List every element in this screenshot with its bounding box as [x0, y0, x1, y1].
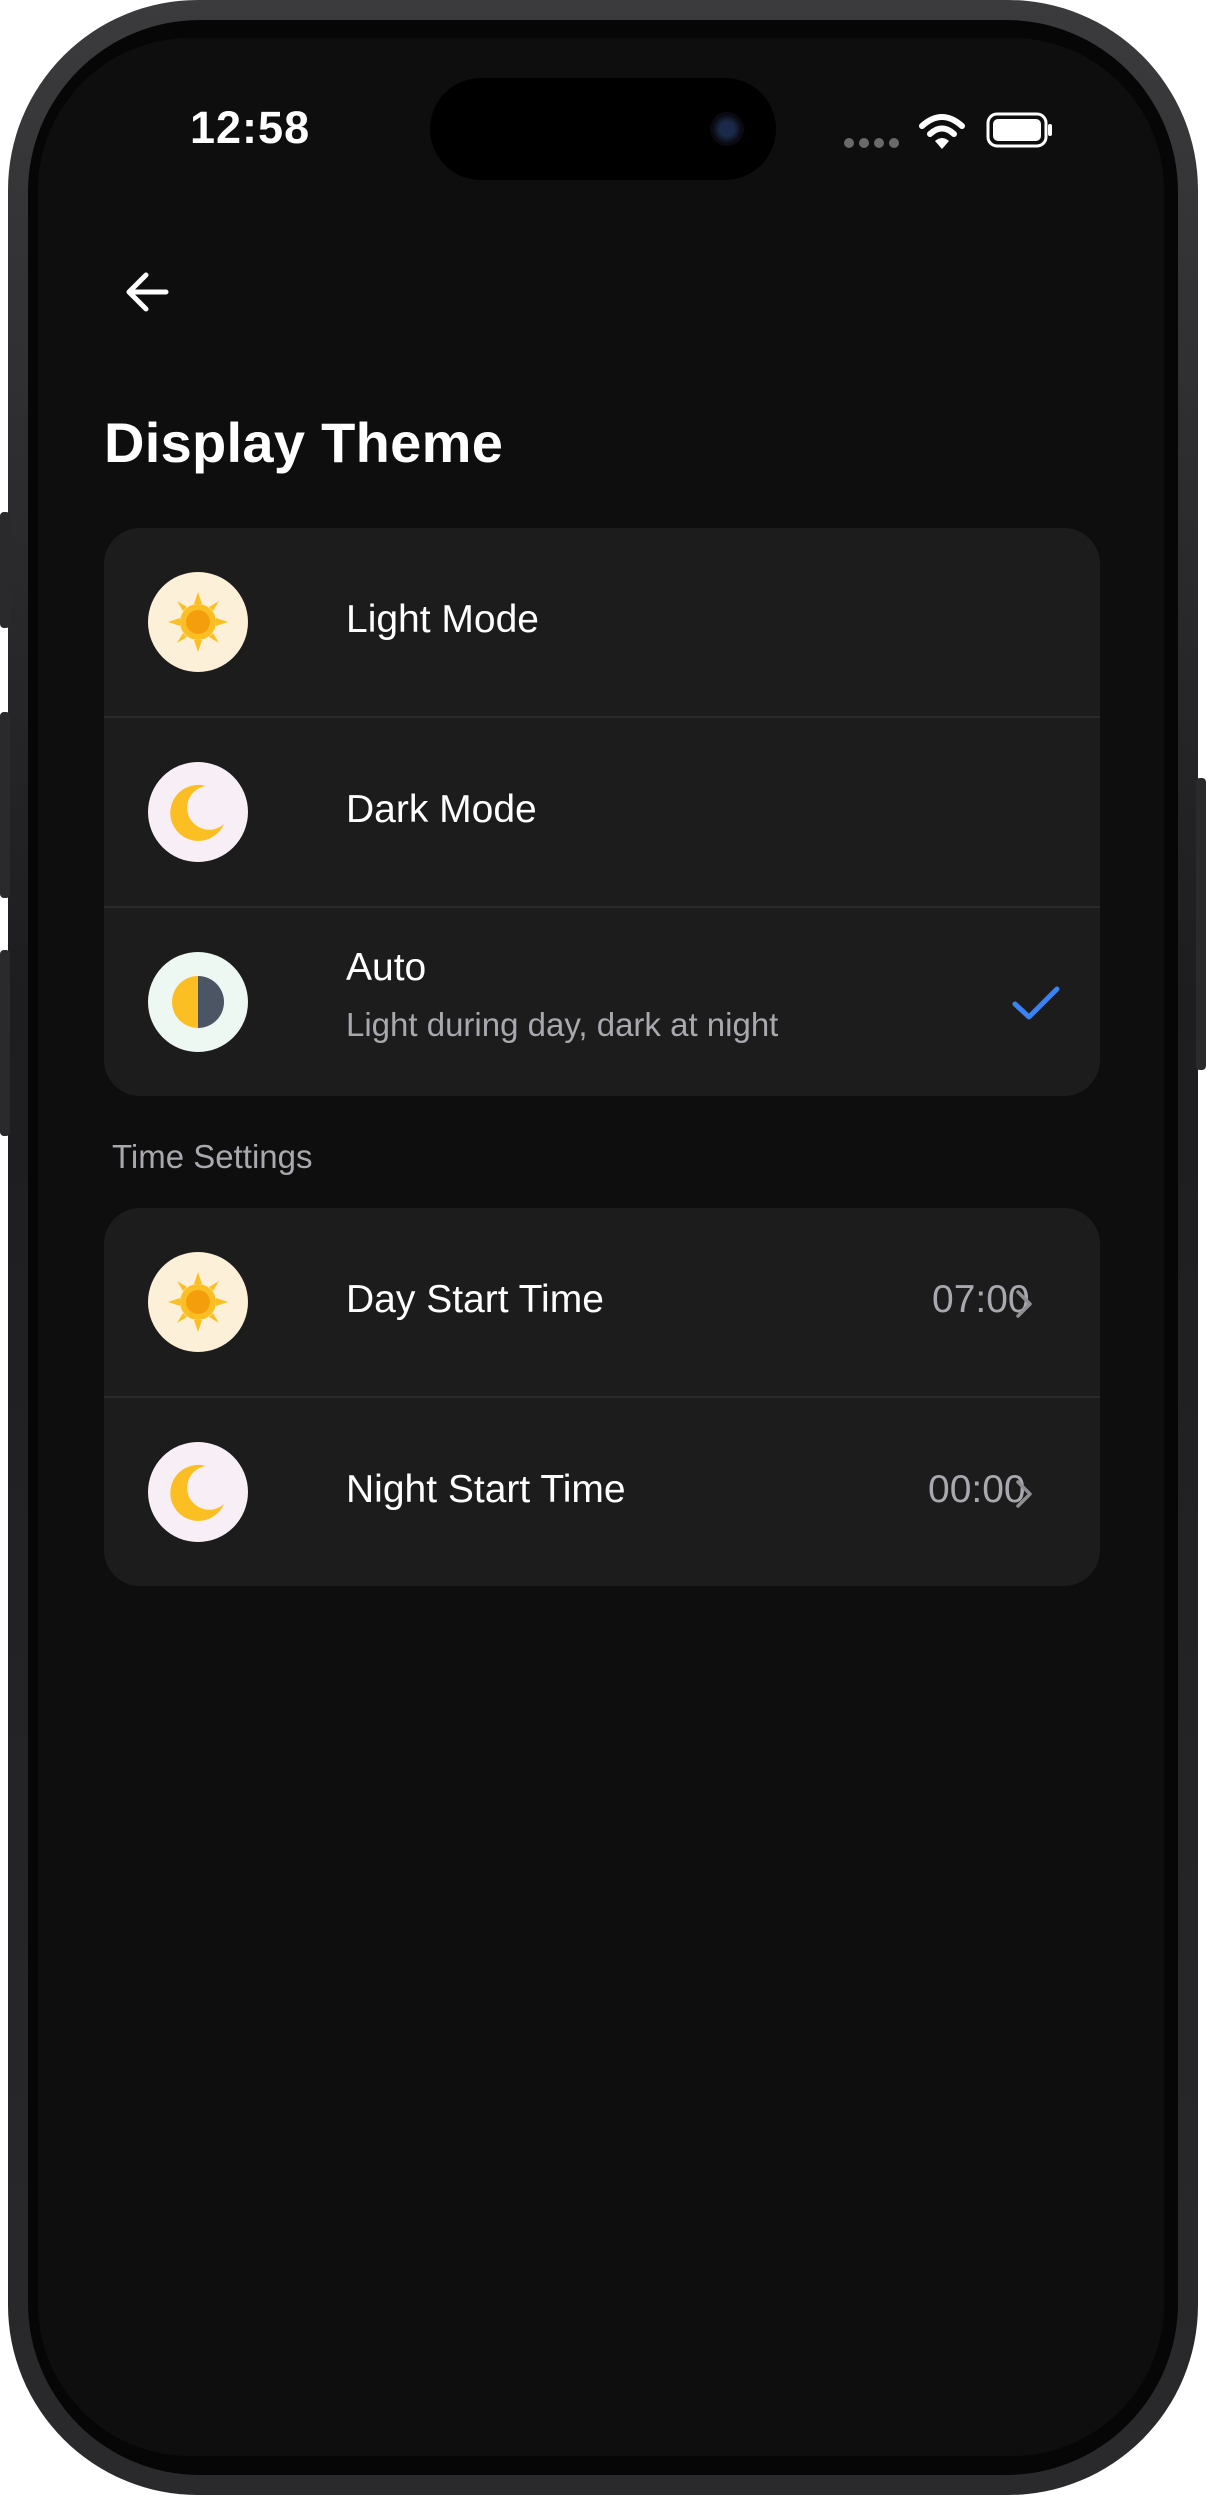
screen: 12:58 Display Theme Light Mode Dark Mode…: [38, 38, 1164, 2456]
page-title: Display Theme: [104, 411, 504, 474]
theme-option-label: Light Mode: [346, 598, 539, 641]
status-time: 12:58: [190, 102, 311, 153]
volume-up-button: [0, 712, 10, 898]
power-button: [1196, 778, 1206, 1070]
moon-icon: [148, 1442, 248, 1542]
chevron-right-icon: [1016, 1290, 1032, 1318]
theme-option-label: Dark Mode: [346, 788, 537, 831]
theme-option-dark-mode[interactable]: Dark Mode: [104, 718, 1100, 908]
back-arrow-icon[interactable]: [118, 262, 178, 322]
theme-options-card: Light Mode Dark Mode Auto Light during d…: [104, 528, 1100, 1096]
volume-down-button: [0, 950, 10, 1136]
night-start-time-row[interactable]: Night Start Time 00:00: [104, 1398, 1100, 1586]
time-setting-label: Night Start Time: [346, 1468, 626, 1511]
sun-icon: [148, 1252, 248, 1352]
theme-option-label: Auto: [346, 946, 427, 989]
camera-icon: [710, 112, 744, 146]
battery-icon: [986, 112, 1052, 148]
section-label-time-settings: Time Settings: [112, 1138, 313, 1175]
theme-option-light-mode[interactable]: Light Mode: [104, 528, 1100, 718]
time-setting-label: Day Start Time: [346, 1278, 604, 1321]
time-settings-card: Day Start Time 07:00 Night Start Time 00…: [104, 1208, 1100, 1586]
dynamic-island: [430, 78, 776, 180]
chevron-right-icon: [1016, 1480, 1032, 1508]
cellular-signal-icon: [844, 138, 900, 148]
action-button: [0, 512, 10, 628]
theme-option-subtitle: Light during day, dark at night: [346, 1006, 779, 1043]
wifi-icon: [919, 114, 965, 149]
sun-icon: [148, 572, 248, 672]
day-start-time-row[interactable]: Day Start Time 07:00: [104, 1208, 1100, 1398]
theme-option-auto[interactable]: Auto Light during day, dark at night: [104, 908, 1100, 1096]
half-circle-icon: [148, 952, 248, 1052]
checkmark-icon: [1012, 986, 1060, 1020]
moon-icon: [148, 762, 248, 862]
